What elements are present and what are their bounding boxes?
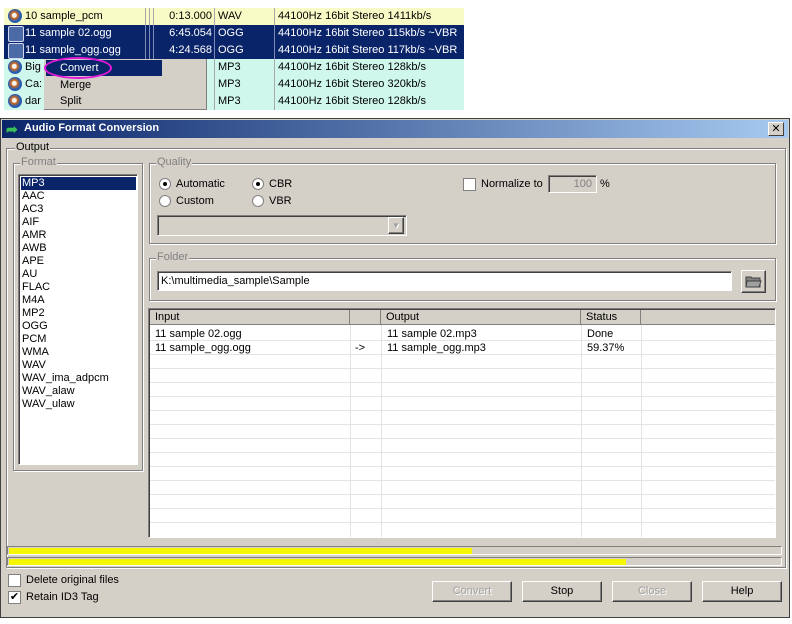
dialog-title: Audio Format Conversion bbox=[24, 122, 160, 134]
ogg-file-icon bbox=[8, 43, 24, 59]
audio-file-icon bbox=[8, 77, 22, 91]
overall-progress-fill bbox=[9, 548, 472, 554]
format-item[interactable]: AWB bbox=[21, 242, 136, 255]
conversion-table: Input Output Status 11 sample 02.ogg 11 … bbox=[148, 308, 776, 538]
overall-progress-bar bbox=[7, 546, 782, 555]
normalize-label: Normalize to bbox=[481, 178, 543, 190]
format-item[interactable]: AU bbox=[21, 268, 136, 281]
format-item[interactable]: WMA bbox=[21, 346, 136, 359]
close-icon[interactable]: ✕ bbox=[768, 122, 784, 136]
automatic-label: Automatic bbox=[176, 178, 225, 190]
file-row[interactable]: 11 sample 02.ogg 6:45.054 OGG 44100Hz 16… bbox=[4, 25, 464, 42]
quality-group-label: Quality bbox=[156, 156, 193, 169]
normalize-checkbox[interactable] bbox=[463, 178, 476, 191]
file-type: WAV bbox=[218, 10, 242, 22]
file-name: 10 sample_pcm bbox=[25, 10, 103, 22]
row-input: 11 sample 02.ogg bbox=[155, 328, 242, 340]
row-output: 11 sample 02.mp3 bbox=[387, 328, 477, 340]
file-row[interactable]: 10 sample_pcm 0:13.000 WAV 44100Hz 16bit… bbox=[4, 8, 464, 25]
format-item[interactable]: PCM bbox=[21, 333, 136, 346]
column-header-arrow[interactable] bbox=[350, 310, 381, 325]
format-item[interactable]: MP3 bbox=[21, 177, 136, 190]
format-item[interactable]: AMR bbox=[21, 229, 136, 242]
column-header-output[interactable]: Output bbox=[381, 310, 581, 325]
highlight-ring bbox=[44, 57, 112, 79]
retain-id3-checkbox[interactable]: ✔ bbox=[8, 591, 21, 604]
file-name: 11 sample 02.ogg bbox=[25, 27, 112, 39]
normalize-unit: % bbox=[600, 178, 610, 190]
delete-original-label: Delete original files bbox=[26, 574, 119, 586]
file-duration: 4:24.568 bbox=[169, 44, 212, 56]
vbr-label: VBR bbox=[269, 195, 292, 207]
dialog-titlebar[interactable]: ➦ Audio Format Conversion bbox=[2, 120, 788, 138]
file-progress-bar bbox=[7, 557, 782, 566]
file-info: 44100Hz 16bit Stereo 128kb/s bbox=[278, 95, 426, 107]
normalize-value-field[interactable]: 100 bbox=[548, 175, 597, 193]
row-arrow: -> bbox=[355, 342, 366, 354]
browse-folder-button[interactable] bbox=[741, 270, 766, 293]
convert-arrow-icon: ➦ bbox=[6, 121, 18, 137]
format-item[interactable]: AC3 bbox=[21, 203, 136, 216]
audio-file-icon bbox=[8, 60, 22, 74]
file-type: OGG bbox=[218, 44, 244, 56]
format-item[interactable]: AIF bbox=[21, 216, 136, 229]
format-group-label: Format bbox=[20, 156, 57, 169]
file-info: 44100Hz 16bit Stereo 128kb/s bbox=[278, 61, 426, 73]
output-group-label: Output bbox=[15, 141, 51, 154]
format-item[interactable]: M4A bbox=[21, 294, 136, 307]
format-item[interactable]: WAV_ulaw bbox=[21, 398, 136, 411]
file-progress-fill bbox=[9, 559, 626, 565]
format-item[interactable]: MP2 bbox=[21, 307, 136, 320]
folder-group-label: Folder bbox=[156, 251, 190, 264]
file-info: 44100Hz 16bit Stereo 117kb/s ~VBR bbox=[278, 44, 458, 56]
custom-radio[interactable] bbox=[159, 195, 171, 207]
menu-item-merge[interactable]: Merge bbox=[60, 77, 91, 93]
format-item[interactable]: APE bbox=[21, 255, 136, 268]
format-item[interactable]: OGG bbox=[21, 320, 136, 333]
file-type: MP3 bbox=[218, 78, 241, 90]
cbr-label: CBR bbox=[269, 178, 293, 190]
row-output: 11 sample_ogg.mp3 bbox=[387, 342, 486, 354]
custom-label: Custom bbox=[176, 195, 214, 207]
folder-path-input[interactable]: K:\multimedia_sample\Sample bbox=[157, 271, 732, 291]
format-item[interactable]: AAC bbox=[21, 190, 136, 203]
file-type: MP3 bbox=[218, 95, 241, 107]
retain-id3-label: Retain ID3 Tag bbox=[26, 591, 99, 603]
format-item[interactable]: WAV_ima_adpcm bbox=[21, 372, 136, 385]
delete-original-checkbox[interactable] bbox=[8, 574, 21, 587]
stop-button[interactable]: Stop bbox=[522, 581, 602, 602]
audio-file-icon bbox=[8, 9, 22, 23]
column-header-status[interactable]: Status bbox=[581, 310, 641, 325]
file-type: OGG bbox=[218, 27, 244, 39]
chevron-down-icon[interactable]: ▼ bbox=[388, 217, 404, 234]
help-button[interactable]: Help bbox=[702, 581, 782, 602]
preset-dropdown[interactable]: ▼ bbox=[157, 215, 407, 236]
row-status: Done bbox=[587, 328, 614, 340]
convert-button[interactable]: Convert bbox=[432, 581, 512, 602]
format-list[interactable]: MP3 AAC AC3 AIF AMR AWB APE AU FLAC M4A … bbox=[18, 174, 138, 465]
cbr-radio[interactable] bbox=[252, 178, 264, 190]
file-info: 44100Hz 16bit Stereo 1411kb/s bbox=[278, 10, 432, 22]
file-duration: 0:13.000 bbox=[169, 10, 212, 22]
folder-icon bbox=[745, 276, 762, 288]
format-item[interactable]: WAV_alaw bbox=[21, 385, 136, 398]
row-status: 59.37% bbox=[587, 342, 625, 354]
ogg-file-icon bbox=[8, 26, 24, 42]
format-item[interactable]: FLAC bbox=[21, 281, 136, 294]
format-item[interactable]: WAV bbox=[21, 359, 136, 372]
vbr-radio[interactable] bbox=[252, 195, 264, 207]
column-header-extra[interactable] bbox=[641, 310, 775, 325]
automatic-radio[interactable] bbox=[159, 178, 171, 190]
audio-file-icon bbox=[8, 94, 22, 108]
file-type: MP3 bbox=[218, 61, 241, 73]
menu-item-split[interactable]: Split bbox=[60, 93, 81, 109]
close-button[interactable]: Close bbox=[612, 581, 692, 602]
file-info: 44100Hz 16bit Stereo 115kb/s ~VBR bbox=[278, 27, 458, 39]
file-info: 44100Hz 16bit Stereo 320kb/s bbox=[278, 78, 426, 90]
row-input: 11 sample_ogg.ogg bbox=[155, 342, 251, 354]
column-header-input[interactable]: Input bbox=[150, 310, 350, 325]
file-duration: 6:45.054 bbox=[169, 27, 212, 39]
